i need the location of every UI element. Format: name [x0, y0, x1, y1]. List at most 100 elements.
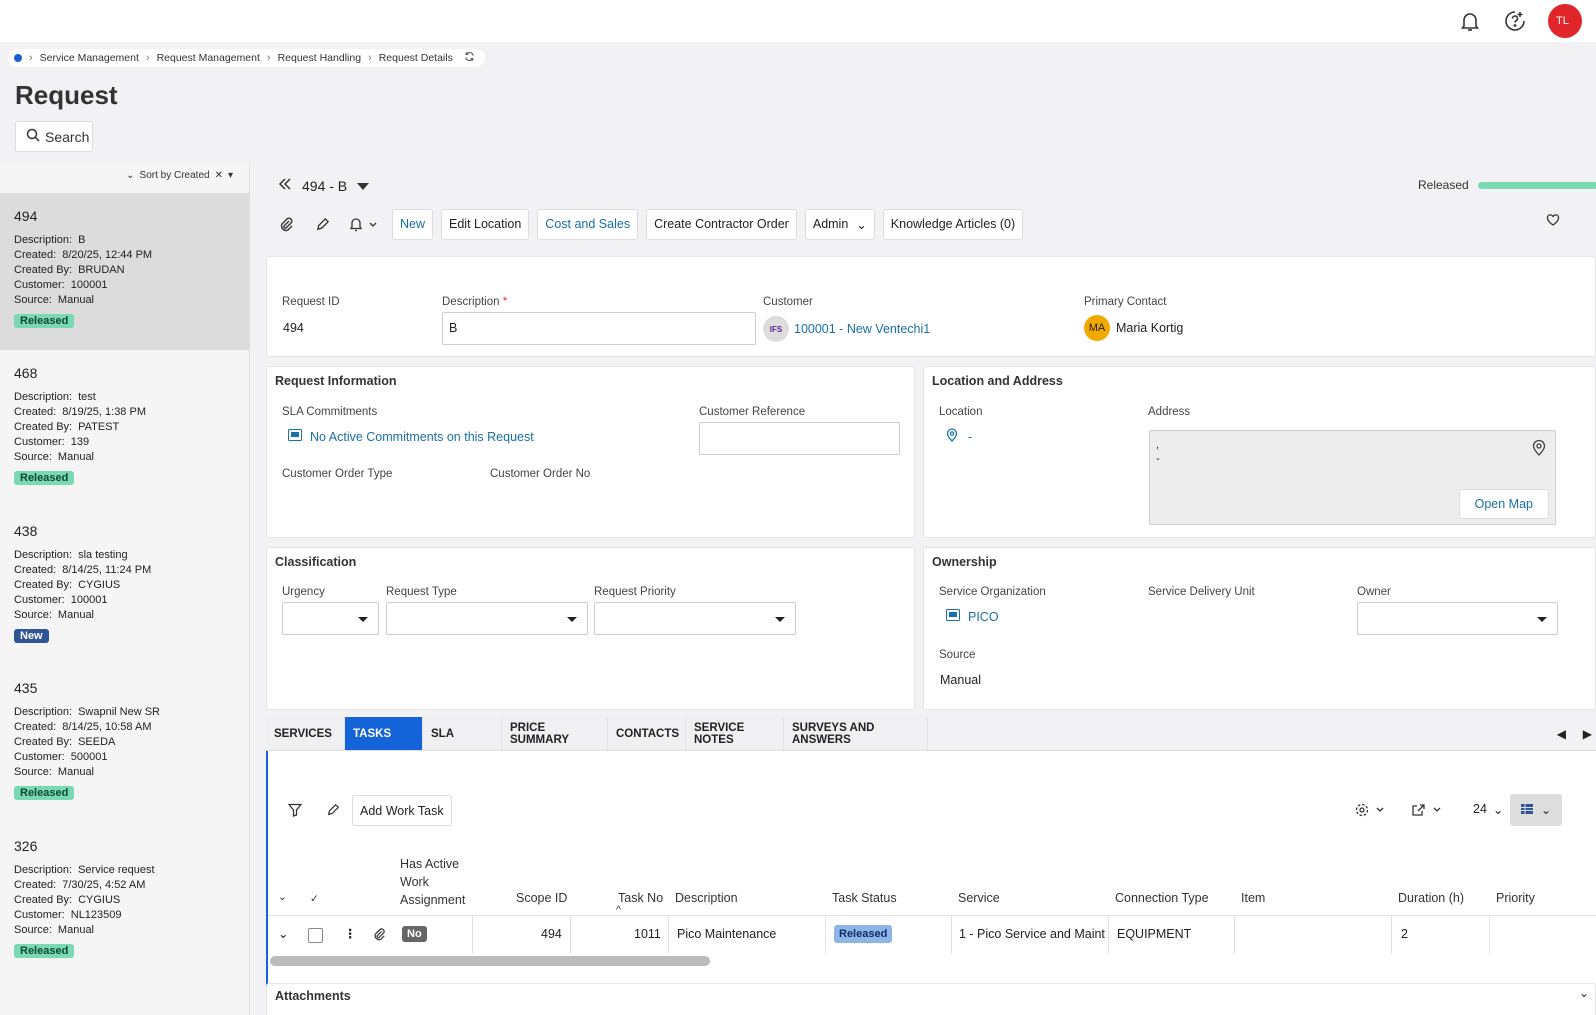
customer-reference-input[interactable] — [699, 422, 900, 455]
new-button[interactable]: New — [392, 208, 434, 240]
customer-logo: IFS — [763, 316, 789, 342]
sla-commitments-link[interactable]: No Active Commitments on this Request — [310, 430, 534, 444]
view-toggle-button[interactable]: ⌄ — [1510, 794, 1562, 826]
table-row[interactable]: ⌄ ⋮ No 494 1011 Pico Maintenance Release… — [268, 916, 1596, 954]
chevron-down-icon[interactable]: ⌄ — [1579, 986, 1589, 1000]
favorite-icon[interactable] — [1546, 213, 1560, 230]
column-header-scope-id[interactable]: Scope ID — [516, 891, 567, 905]
admin-menu-button[interactable]: Admin ⌄ — [804, 208, 875, 240]
scope-id-cell: 494 — [541, 927, 562, 941]
owner-select[interactable] — [1357, 602, 1558, 635]
request-priority-select[interactable] — [594, 602, 796, 635]
location-link[interactable]: - — [968, 430, 972, 444]
tab-scroll-right-icon[interactable]: ▶ — [1583, 727, 1592, 741]
request-list: ⌄ Sort by Created ✕ ▾ 494 Description: B … — [0, 161, 250, 1015]
sla-icon — [288, 429, 302, 444]
column-header-duration[interactable]: Duration (h) — [1398, 891, 1464, 905]
service-organization-link[interactable]: PICO — [968, 610, 999, 624]
breadcrumb-item[interactable]: Request Handling — [278, 52, 361, 64]
map-pin-icon[interactable] — [1532, 439, 1546, 459]
search-icon — [26, 128, 40, 145]
edit-location-button[interactable]: Edit Location — [441, 208, 530, 240]
request-id: 435 — [14, 680, 38, 696]
edit-icon[interactable] — [308, 210, 336, 238]
tab-surveys-and-answers[interactable]: SURVEYS AND ANSWERS — [784, 717, 928, 750]
tab-service-notes[interactable]: SERVICE NOTES — [686, 717, 784, 750]
edit-icon[interactable] — [326, 803, 340, 820]
location-address-panel: Location and Address Location - Address … — [923, 366, 1596, 538]
header-panel: Request ID 494 Description * B Customer … — [266, 256, 1596, 357]
connection-type-cell: EQUIPMENT — [1117, 927, 1192, 941]
settings-menu-icon[interactable] — [1355, 803, 1387, 820]
horizontal-scrollbar[interactable] — [270, 956, 710, 966]
request-id: 468 — [14, 365, 38, 381]
breadcrumb-item[interactable]: Service Management — [40, 52, 139, 64]
column-header-priority[interactable]: Priority — [1496, 891, 1535, 905]
row-checkbox[interactable] — [308, 928, 323, 943]
refresh-icon[interactable] — [464, 51, 475, 65]
home-icon[interactable] — [14, 54, 22, 62]
column-header-service[interactable]: Service — [958, 891, 1000, 905]
request-id: 494 — [14, 208, 38, 224]
duration-cell: 2 — [1401, 927, 1408, 941]
status-badge: Released — [14, 944, 75, 958]
search-button[interactable]: Search — [15, 121, 93, 152]
column-header-task-no[interactable]: Task No — [618, 891, 663, 905]
customer-link[interactable]: 100001 - New Ventechi1 — [794, 322, 930, 336]
bell-icon[interactable] — [1458, 9, 1482, 33]
active-assignment-badge: No — [402, 926, 427, 942]
tab-sla[interactable]: SLA — [423, 717, 502, 750]
request-type-select[interactable] — [386, 602, 588, 635]
sort-dropdown-icon[interactable]: ▾ — [228, 170, 233, 181]
breadcrumb-item[interactable]: Request Management — [157, 52, 260, 64]
chevron-down-icon: ⌄ — [856, 217, 867, 232]
filter-icon[interactable] — [287, 803, 303, 820]
add-work-task-button[interactable]: Add Work Task — [352, 795, 452, 826]
export-menu-icon[interactable] — [1411, 803, 1445, 820]
open-map-button[interactable]: Open Map — [1458, 489, 1549, 519]
tab-scroll-left-icon[interactable]: ◀ — [1557, 727, 1566, 741]
tab-tasks[interactable]: TASKS — [345, 717, 423, 750]
request-id: 326 — [14, 838, 38, 854]
list-item[interactable]: 326 Description: Service request Created:… — [0, 823, 249, 980]
list-item[interactable]: 438 Description: sla testing Created: 8/14… — [0, 508, 249, 665]
tab-price-summary[interactable]: PRICE SUMMARY — [502, 717, 608, 750]
user-avatar[interactable]: TL — [1548, 4, 1582, 38]
tab-bar: SERVICES TASKS SLA PRICE SUMMARY CONTACT… — [266, 717, 1596, 751]
expand-row-icon[interactable]: ⌄ — [278, 926, 288, 941]
page-size-select[interactable]: 24 ⌄ — [1473, 802, 1503, 817]
column-header-description[interactable]: Description — [675, 891, 738, 905]
sort-control[interactable]: ⌄ Sort by Created ✕ ▾ — [126, 170, 233, 181]
select-all-checkbox[interactable]: ✓ — [310, 893, 319, 905]
row-menu-icon[interactable]: ⋮ — [344, 926, 357, 941]
breadcrumb-item: Request Details — [378, 52, 453, 64]
help-icon[interactable] — [1503, 9, 1527, 33]
tab-services[interactable]: SERVICES — [266, 717, 345, 750]
description-input[interactable]: B — [442, 312, 756, 345]
record-dropdown-icon[interactable] — [357, 178, 370, 194]
notification-menu-icon[interactable] — [344, 210, 384, 238]
request-information-panel: Request Information SLA Commitments No A… — [266, 366, 915, 538]
column-header-connection-type[interactable]: Connection Type — [1115, 891, 1209, 905]
row-attachment-icon[interactable] — [372, 927, 386, 944]
expand-all-icon[interactable]: ⌄ — [278, 891, 287, 903]
knowledge-articles-button[interactable]: Knowledge Articles (0) — [882, 208, 1024, 240]
list-item[interactable]: 435 Description: Swapnil New SR Created: 8… — [0, 665, 249, 822]
status-badge: Released — [14, 314, 75, 328]
top-bar: TL — [0, 0, 1596, 42]
address-box: , - Open Map — [1149, 430, 1556, 525]
page-title: Request — [15, 80, 118, 110]
create-contractor-order-button[interactable]: Create Contractor Order — [646, 208, 797, 240]
column-header-item[interactable]: Item — [1241, 891, 1265, 905]
list-item[interactable]: 494 Description: B Created: 8/20/25, 12:44… — [0, 193, 249, 350]
column-header-has-active-work-assignment[interactable]: Has Active Work Assignment — [400, 855, 465, 909]
list-item[interactable]: 468 Description: test Created: 8/19/25, 1:… — [0, 350, 249, 507]
clear-sort-icon[interactable]: ✕ — [215, 170, 223, 181]
task-no-link[interactable]: 1011 — [634, 927, 661, 941]
column-header-task-status[interactable]: Task Status — [832, 891, 897, 905]
urgency-select[interactable] — [282, 602, 379, 635]
attachment-icon[interactable] — [272, 210, 300, 238]
collapse-list-icon[interactable] — [278, 177, 292, 194]
cost-and-sales-button[interactable]: Cost and Sales — [537, 208, 639, 240]
tab-contacts[interactable]: CONTACTS — [608, 717, 686, 750]
